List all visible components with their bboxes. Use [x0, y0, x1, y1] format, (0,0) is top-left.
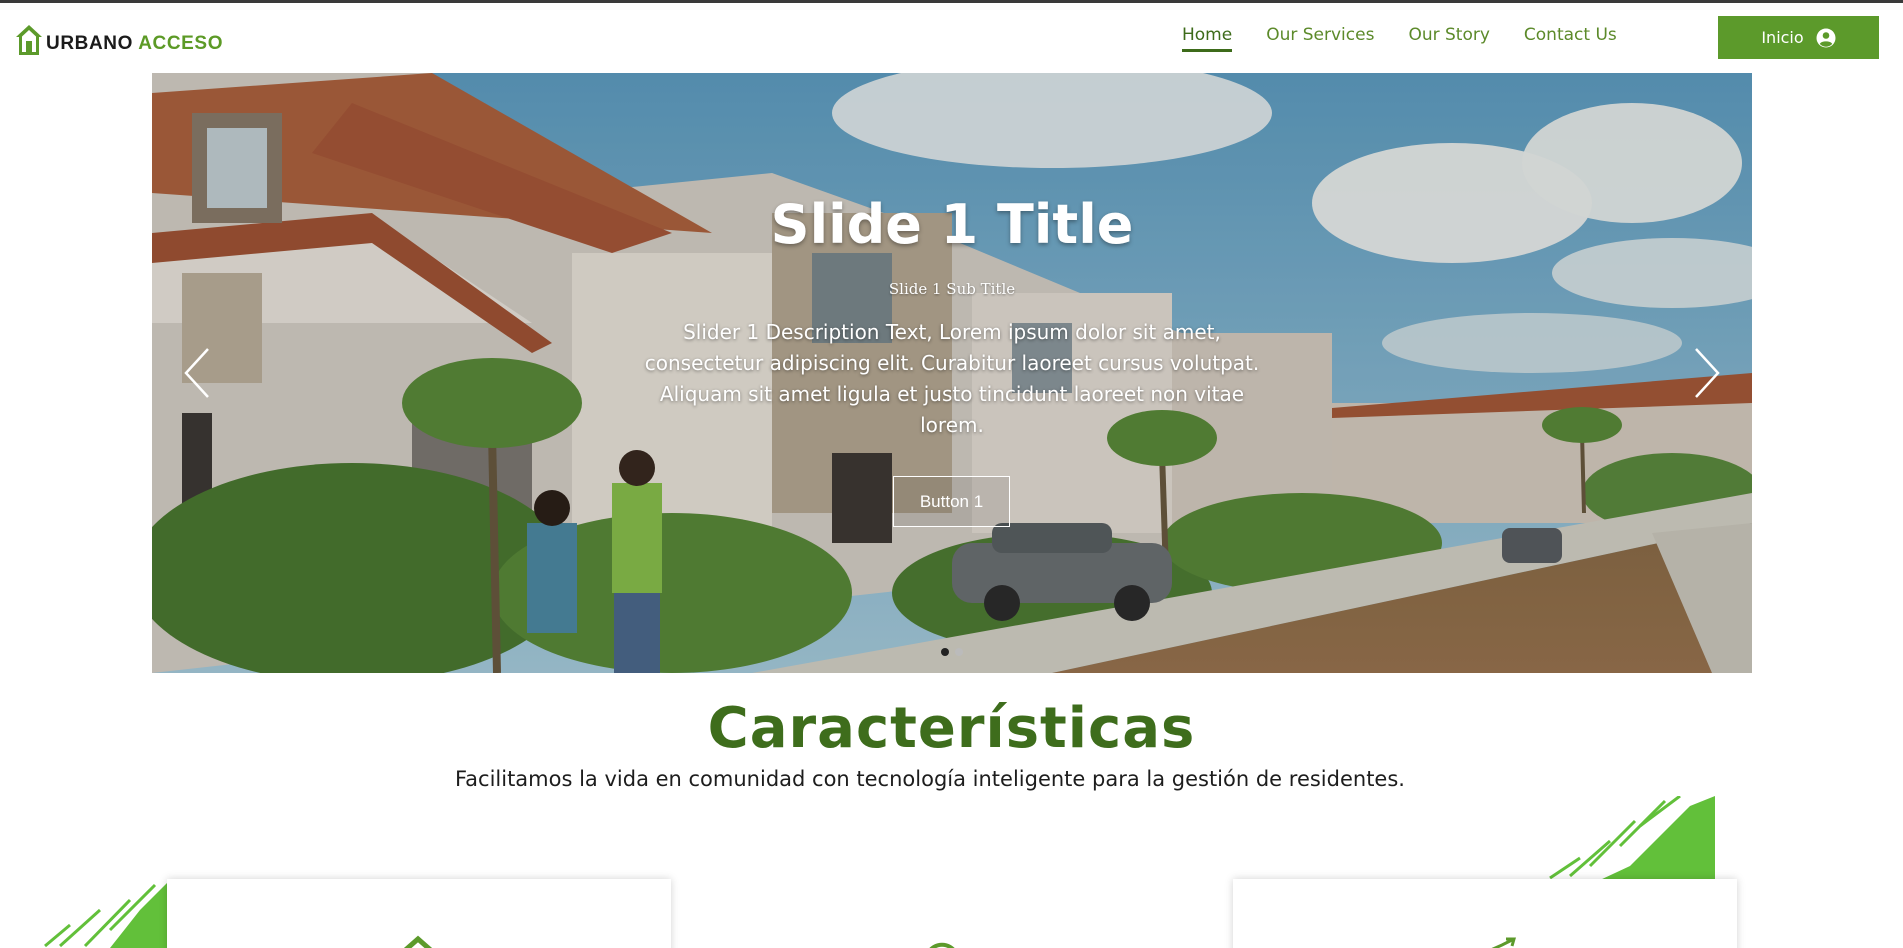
- features-title: Características: [707, 696, 1196, 761]
- logo[interactable]: URBANO ACCESO: [14, 21, 223, 57]
- nav-our-services[interactable]: Our Services: [1266, 25, 1374, 52]
- house-icon: [16, 25, 42, 55]
- user-circle-icon: [1816, 28, 1836, 47]
- signal-icon: [929, 942, 955, 948]
- chevron-right-icon[interactable]: [1686, 345, 1726, 401]
- main-nav: Home Our Services Our Story Contact Us: [1182, 25, 1617, 52]
- slide-button[interactable]: Button 1: [893, 476, 1010, 527]
- decorative-splash-left: [44, 880, 170, 948]
- slide-1: Slide 1 Title Slide 1 Sub Title Slider 1…: [152, 73, 1752, 673]
- logo-word-urbano: URBANO: [46, 33, 133, 54]
- house-outline-icon: [403, 935, 433, 948]
- inicio-button[interactable]: Inicio: [1718, 16, 1879, 59]
- slide-title: Slide 1 Title: [770, 193, 1134, 256]
- slider-dot-1[interactable]: [941, 648, 949, 656]
- nav-home[interactable]: Home: [1182, 25, 1233, 52]
- hero-slider: Slide 1 Title Slide 1 Sub Title Slider 1…: [152, 73, 1752, 673]
- nav-contact-us[interactable]: Contact Us: [1524, 25, 1617, 52]
- site-header: URBANO ACCESO Home Our Services Our Stor…: [0, 3, 1903, 73]
- chevron-left-icon[interactable]: [178, 345, 218, 401]
- decorative-splash-right: [1549, 796, 1715, 880]
- slide-subtitle: Slide 1 Sub Title: [888, 280, 1016, 298]
- slide-description: Slider 1 Description Text, Lorem ipsum d…: [644, 320, 1260, 437]
- logo-text: URBANO ACCESO: [46, 33, 223, 55]
- nav-our-story[interactable]: Our Story: [1408, 25, 1489, 52]
- inicio-button-label: Inicio: [1761, 28, 1804, 47]
- growth-arrow-icon: [1491, 937, 1516, 948]
- slider-pagination: [941, 648, 963, 656]
- slider-dot-2[interactable]: [955, 648, 963, 656]
- features-subtitle: Facilitamos la vida en comunidad con tec…: [455, 767, 1405, 791]
- logo-word-acceso: ACCESO: [138, 33, 224, 54]
